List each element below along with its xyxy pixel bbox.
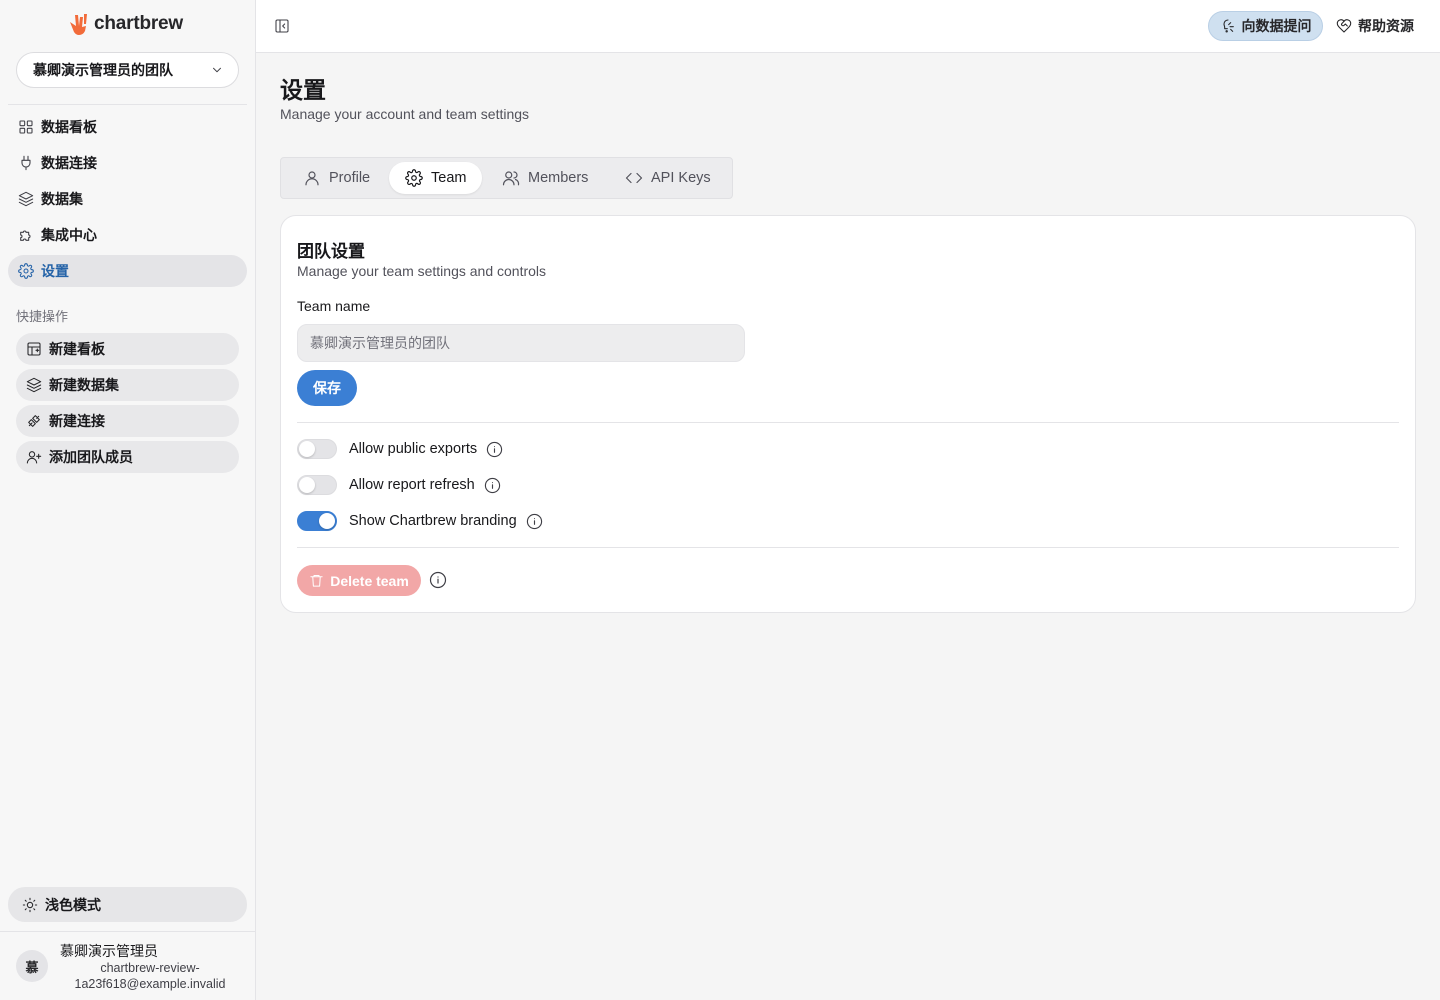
new-connection-button[interactable]: 新建连接 <box>16 405 239 437</box>
heart-handshake-icon <box>1336 18 1352 34</box>
plug-icon <box>18 155 34 171</box>
new-dataset-button[interactable]: 新建数据集 <box>16 369 239 401</box>
sidebar: chartbrew 慕卿演示管理员的团队 数据看板 数据连接 数据集 集成中心 … <box>0 0 256 1000</box>
tab-label: API Keys <box>651 170 711 186</box>
puzzle-icon <box>18 227 34 243</box>
plug-plus-icon <box>26 413 42 429</box>
tab-label: Team <box>431 170 467 186</box>
add-team-member-button[interactable]: 添加团队成员 <box>16 441 239 473</box>
user-email: chartbrew-review-1a23f618@example.invali… <box>74 961 226 991</box>
sidebar-nav: 数据看板 数据连接 数据集 集成中心 设置 <box>8 111 247 291</box>
avatar[interactable]: 慕 <box>16 950 48 982</box>
save-button[interactable]: 保存 <box>297 370 357 406</box>
chartbrew-branding-toggle[interactable] <box>297 511 337 531</box>
card-divider <box>297 422 1399 423</box>
delete-team-label: Delete team <box>330 572 409 589</box>
sidebar-item-settings[interactable]: 设置 <box>8 255 247 287</box>
sidebar-item-connections[interactable]: 数据连接 <box>8 147 247 179</box>
ask-data-button[interactable]: 向数据提问 <box>1208 11 1323 41</box>
toggle-label: Allow report refresh <box>349 477 475 493</box>
team-select-value: 慕卿演示管理员的团队 <box>33 62 173 78</box>
report-refresh-toggle[interactable] <box>297 475 337 495</box>
user-plus-icon <box>26 449 42 465</box>
sidebar-item-integrations[interactable]: 集成中心 <box>8 219 247 251</box>
logo-text: chartbrew <box>94 13 184 34</box>
page-subtitle: Manage your account and team settings <box>280 106 530 122</box>
user-icon <box>303 169 321 187</box>
quick-actions: 新建看板 新建数据集 新建连接 添加团队成员 <box>16 333 239 477</box>
chartbrew-logo-icon <box>67 12 89 36</box>
gear-icon <box>405 169 423 187</box>
gear-icon <box>18 263 34 279</box>
sidebar-item-dashboards[interactable]: 数据看板 <box>8 111 247 143</box>
team-select[interactable]: 慕卿演示管理员的团队 <box>16 52 239 88</box>
tab-label: Members <box>528 170 589 186</box>
info-icon[interactable] <box>429 571 447 589</box>
new-dashboard-button[interactable]: 新建看板 <box>16 333 239 365</box>
toggle-label: Allow public exports <box>349 441 478 457</box>
quick-action-label: 新建数据集 <box>49 377 119 393</box>
ask-data-label: 向数据提问 <box>1241 18 1312 34</box>
help-resources-label: 帮助资源 <box>1358 18 1414 34</box>
tab-api-keys[interactable]: API Keys <box>609 162 727 194</box>
team-name-label: Team name <box>297 298 371 314</box>
tab-team[interactable]: Team <box>389 162 483 194</box>
toggle-label: Show Chartbrew branding <box>349 513 517 529</box>
tab-label: Profile <box>329 170 371 186</box>
team-name-input[interactable] <box>297 324 745 362</box>
sidebar-collapse-icon[interactable] <box>274 18 290 34</box>
card-divider <box>297 547 1399 548</box>
sidebar-item-label: 数据看板 <box>41 119 97 135</box>
dashboard-plus-icon <box>26 341 42 357</box>
sidebar-item-datasets[interactable]: 数据集 <box>8 183 247 215</box>
quick-action-label: 新建连接 <box>49 413 105 429</box>
toggle-row-public-exports: Allow public exports <box>297 438 503 460</box>
chevron-down-icon <box>210 63 224 77</box>
grid-icon <box>18 119 34 135</box>
team-settings-card: 团队设置 Manage your team settings and contr… <box>280 215 1416 613</box>
toggle-row-report-refresh: Allow report refresh <box>297 474 501 496</box>
page-title: 设置 <box>280 77 326 103</box>
user-divider <box>0 931 255 932</box>
quick-action-label: 添加团队成员 <box>49 449 133 465</box>
card-title: 团队设置 <box>297 242 365 261</box>
settings-tabs: Profile Team Members API Keys <box>280 157 733 199</box>
tab-members[interactable]: Members <box>486 162 604 194</box>
info-icon[interactable] <box>526 513 543 530</box>
help-resources-button[interactable]: 帮助资源 <box>1336 11 1414 41</box>
theme-toggle-button[interactable]: 浅色模式 <box>8 887 247 922</box>
tab-profile[interactable]: Profile <box>287 162 386 194</box>
layers-plus-icon <box>26 377 42 393</box>
toggle-row-branding: Show Chartbrew branding <box>297 510 543 532</box>
sidebar-item-label: 数据连接 <box>41 155 97 171</box>
public-exports-toggle[interactable] <box>297 439 337 459</box>
topbar: 向数据提问 帮助资源 <box>256 0 1440 53</box>
sun-icon <box>22 897 38 913</box>
card-subtitle: Manage your team settings and controls <box>297 263 547 279</box>
quick-action-label: 新建看板 <box>49 341 105 357</box>
sidebar-item-label: 数据集 <box>41 191 83 207</box>
code-icon <box>625 169 643 187</box>
quick-actions-title: 快捷操作 <box>16 309 69 324</box>
theme-toggle-label: 浅色模式 <box>45 896 101 913</box>
sidebar-item-label: 设置 <box>41 263 69 279</box>
sidebar-divider <box>8 104 247 105</box>
layers-icon <box>18 191 34 207</box>
info-icon[interactable] <box>484 477 501 494</box>
delete-team-button[interactable]: Delete team <box>297 565 421 596</box>
user-name: 慕卿演示管理员 <box>60 943 158 959</box>
trash-icon <box>309 573 324 588</box>
sidebar-item-label: 集成中心 <box>41 227 97 243</box>
info-icon[interactable] <box>486 441 503 458</box>
ai-assistant-icon <box>1220 18 1236 34</box>
users-icon <box>502 169 520 187</box>
logo[interactable]: chartbrew <box>67 12 183 36</box>
